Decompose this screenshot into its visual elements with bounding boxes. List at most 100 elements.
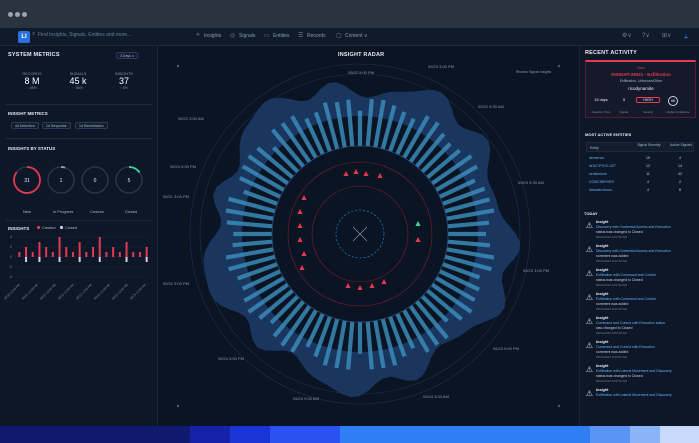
activity-feed-item[interactable]: ⚠ Insight Exfiltration with Lateral Moveme…	[584, 364, 694, 386]
created-bar[interactable]	[51, 252, 54, 257]
insights-chart-title: INSIGHTS	[8, 226, 30, 231]
status-label-closed: Closed	[124, 209, 138, 214]
window-close-dot[interactable]	[8, 12, 13, 17]
entity-name[interactable]: sentinelone	[589, 172, 607, 176]
created-bar[interactable]	[85, 252, 88, 257]
nav-entities[interactable]: Entities	[273, 33, 289, 39]
created-bar[interactable]	[31, 252, 34, 257]
created-bar[interactable]	[92, 247, 95, 257]
x-tick-label: 09/22 12:00 PM	[75, 283, 93, 301]
created-bar[interactable]	[25, 247, 28, 257]
activity-feed-item[interactable]: ⚠ Insight Discovery with Credential Access…	[584, 220, 694, 242]
feed-item-link[interactable]: Discovery with Credential Access and Exe…	[596, 249, 671, 253]
radar-time-label: 09/24 3:00 AM	[423, 394, 449, 399]
feed-item-link[interactable]: Exfiltration with Lateral Movement and D…	[596, 369, 672, 373]
closed-bar[interactable]	[98, 257, 101, 262]
feed-item-link[interactable]: Command and Control with Execution statu…	[596, 321, 665, 325]
feed-item-link[interactable]: Command and Control with Execution	[596, 345, 655, 349]
grid-icon[interactable]: ⊞∨	[662, 32, 671, 39]
feed-item-title: Insight	[596, 340, 609, 344]
created-bar[interactable]	[38, 242, 41, 257]
corner-marker	[557, 404, 561, 408]
status-ring-value[interactable]: 31	[24, 178, 30, 184]
entities-nav-icon: ▭	[264, 33, 270, 39]
feed-item-time: 09/24/2023 8:59:58 AM	[596, 331, 628, 335]
nav-signals[interactable]: Signals	[239, 33, 255, 39]
remediation-button[interactable]: 1d Remediation	[75, 122, 108, 129]
created-bar[interactable]	[78, 242, 81, 257]
nav-records[interactable]: Records	[307, 33, 326, 39]
created-legend-swatch	[37, 226, 40, 229]
search-icon[interactable]: ⌕	[32, 31, 35, 38]
created-bar[interactable]	[125, 242, 128, 257]
activity-feed-item[interactable]: ⚠ Insight Exfiltration with Command and Co…	[584, 292, 694, 314]
status-ring-value[interactable]: 5	[128, 178, 131, 184]
created-bar[interactable]	[118, 252, 121, 257]
activity-feed-item[interactable]: ⚠ Insight Exfiltration with Command and Co…	[584, 268, 694, 290]
entities-header-severity: Signal Severity	[637, 143, 661, 147]
app-logo[interactable]: LI	[18, 31, 30, 43]
created-bar[interactable]	[132, 252, 135, 257]
entity-severity: 12	[646, 164, 650, 168]
closed-bar[interactable]	[145, 257, 148, 262]
feed-item-link[interactable]: Exfiltration with Command and Control	[596, 273, 656, 277]
content-nav-icon: ▢	[336, 33, 342, 39]
created-bar[interactable]	[105, 252, 108, 257]
insight-card-sub: Exfiltration, Unknown/Other	[619, 79, 663, 83]
insight-card-entity[interactable]: ricodynamite	[586, 86, 696, 91]
feed-item-title: Insight	[596, 220, 609, 224]
entity-name[interactable]: ldmodernfocus	[589, 188, 612, 192]
nav-content[interactable]: Content ∨	[345, 33, 368, 39]
entity-severity: 4	[647, 180, 649, 184]
entity-name[interactable]: W10CPYDG-327	[589, 164, 616, 168]
filter-icon[interactable]: ⏚	[683, 32, 689, 41]
window-titlebar	[0, 0, 699, 28]
gear-icon[interactable]: ⚙∨	[622, 32, 632, 39]
metric-records-value: 8 M	[24, 76, 40, 86]
created-bar[interactable]	[18, 252, 21, 257]
status-ring-value[interactable]: 0	[94, 178, 97, 184]
nav-insights[interactable]: Insights	[204, 33, 221, 39]
closed-bar[interactable]	[25, 257, 28, 262]
feed-item-link[interactable]: Exfiltration with Command and Control	[596, 297, 656, 301]
activity-feed-item[interactable]: ⚠ Insight Command and Control with Executi…	[584, 340, 694, 362]
status-ring-value[interactable]: 1	[60, 178, 63, 184]
radar-time-label: 09/22 9:00 AM	[478, 104, 504, 109]
created-bar[interactable]	[65, 247, 68, 257]
window-maximize-dot[interactable]	[22, 12, 27, 17]
feed-item-link[interactable]: Exfiltration with Lateral Movement and D…	[596, 393, 672, 397]
created-bar[interactable]	[138, 252, 141, 257]
created-bar[interactable]	[112, 247, 115, 257]
legend-created: Created	[42, 226, 56, 230]
detection-button[interactable]: 4d Detection	[11, 122, 39, 129]
metric-insights-pct: ↑ 8%	[120, 86, 128, 90]
search-input[interactable]: Find Insights, Signals, Entities and mor…	[38, 32, 131, 38]
activity-feed-item[interactable]: ⚠ Insight Discovery with Credential Access…	[584, 244, 694, 266]
activity-feed-item[interactable]: ⚠ Insight Command and Control with Executi…	[584, 316, 694, 338]
insight-radar-chart[interactable]	[158, 46, 579, 426]
closed-bar[interactable]	[58, 257, 61, 262]
created-bar[interactable]	[58, 237, 61, 257]
status-label-custom: Custom	[90, 209, 104, 214]
created-bar[interactable]	[71, 252, 74, 257]
insight-card[interactable]: New INSIGHT-26021 - Exfiltration Exfiltr…	[585, 60, 696, 118]
created-bar[interactable]	[45, 247, 48, 257]
feed-item-detail: was changed to Closed	[596, 326, 633, 330]
activity-feed-item[interactable]: ⚠ Insight Exfiltration with Lateral Moveme…	[584, 388, 694, 410]
window-minimize-dot[interactable]	[15, 12, 20, 17]
x-tick-label: 09/21 12:00 PM	[39, 283, 57, 301]
closed-bar[interactable]	[125, 257, 128, 262]
created-bar[interactable]	[145, 247, 148, 257]
range-select[interactable]: 3 Days ∨	[116, 52, 139, 59]
closed-bar[interactable]	[78, 257, 81, 262]
closed-bar[interactable]	[38, 257, 41, 262]
help-icon[interactable]: ?∨	[642, 32, 650, 39]
x-tick-label: 09/23 12:00 PM	[111, 283, 129, 301]
insight-metrics-title: INSIGHT METRICS	[8, 111, 48, 116]
response-button[interactable]: 1d Response	[42, 122, 71, 129]
insight-card-id[interactable]: INSIGHT-26021 - Exfiltration	[586, 72, 696, 77]
entity-name[interactable]: COMCSERVER	[589, 180, 614, 184]
entity-name[interactable]: devserver	[589, 156, 604, 160]
created-bar[interactable]	[98, 237, 101, 257]
feed-item-link[interactable]: Discovery with Credential Access and Exe…	[596, 225, 671, 229]
